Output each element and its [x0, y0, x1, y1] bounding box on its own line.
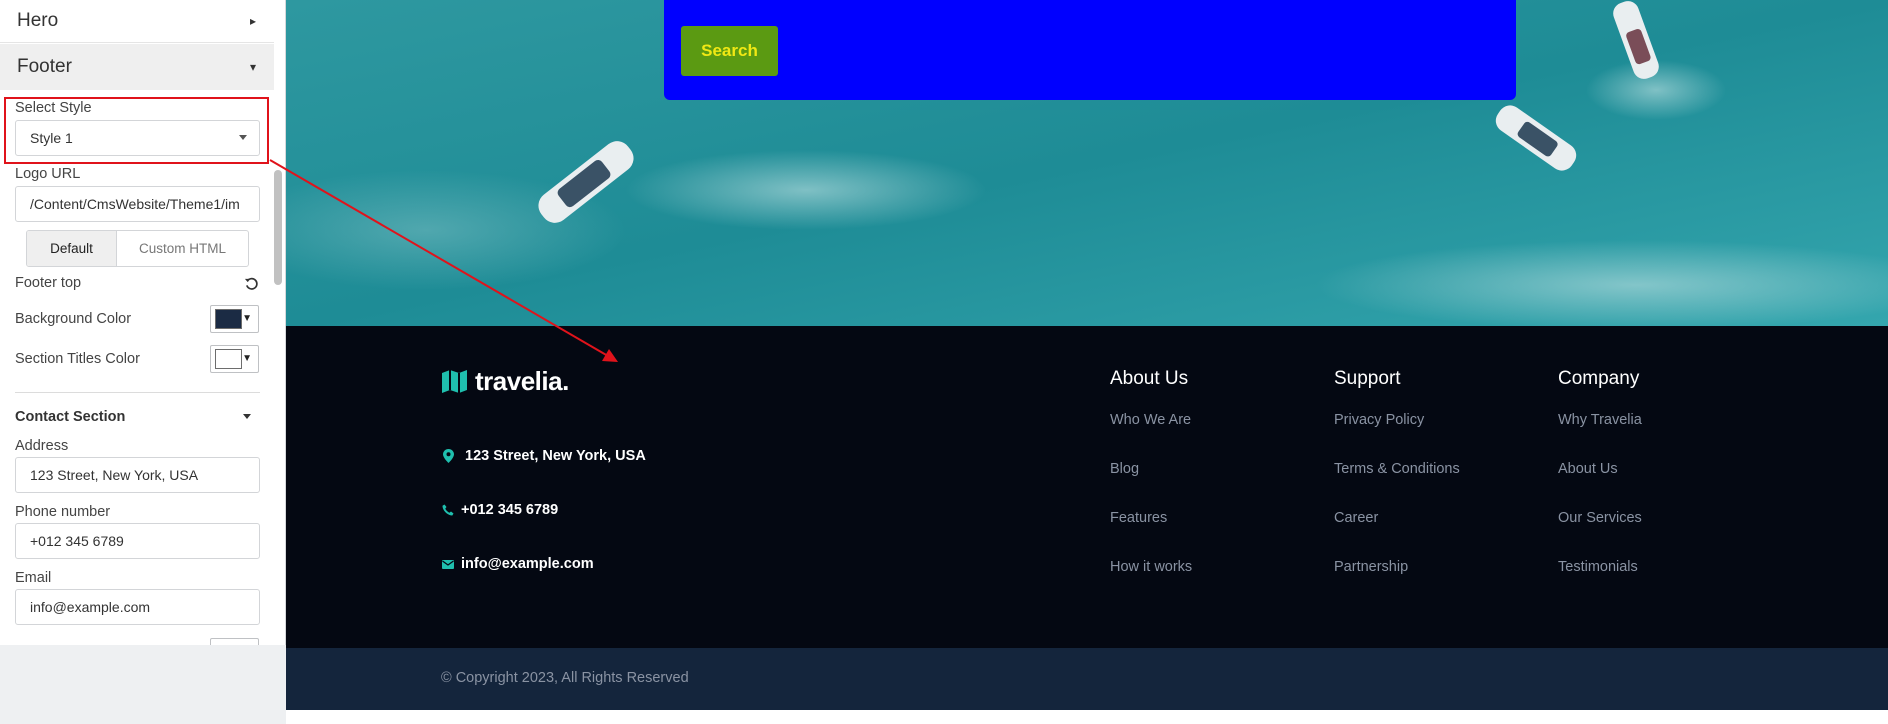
logo-url-value: /Content/CmsWebsite/Theme1/im [30, 196, 240, 212]
footer-address-text: 123 Street, New York, USA [465, 448, 646, 464]
footer-link[interactable]: Blog [1110, 461, 1192, 510]
section-titles-color-swatch [215, 349, 242, 369]
section-titles-color-label: Section Titles Color [15, 351, 140, 367]
footer-column-title: Company [1558, 368, 1640, 389]
footer-column-support: Support Privacy Policy Terms & Condition… [1334, 368, 1460, 608]
phone-input[interactable]: +012 345 6789 [15, 523, 260, 559]
site-footer: travelia. 123 Street, New York, USA +012… [286, 326, 1888, 648]
location-pin-icon [441, 449, 455, 463]
editor-sidebar: Hero ▸ Footer ▾ Select Style Style 1 Log… [0, 0, 286, 645]
email-label: Email [15, 570, 52, 586]
hero-section [286, 0, 1888, 326]
caret-right-icon: ▸ [249, 14, 256, 28]
background-color-label: Background Color [15, 311, 132, 327]
footer-email-text: info@example.com [461, 556, 594, 572]
tab-custom-html[interactable]: Custom HTML [117, 231, 248, 266]
footer-link[interactable]: Career [1334, 510, 1460, 559]
search-panel [664, 0, 1516, 100]
sidebar-scrollbar[interactable] [274, 170, 282, 285]
phone-icon [441, 504, 455, 516]
logo-url-input[interactable]: /Content/CmsWebsite/Theme1/im [15, 186, 260, 222]
select-style-highlight-box [4, 97, 269, 164]
footer-phone-text: +012 345 6789 [461, 502, 559, 518]
email-value: info@example.com [30, 599, 151, 615]
footer-link[interactable]: Testimonials [1558, 559, 1642, 608]
copyright-text: © Copyright 2023, All Rights Reserved [441, 670, 689, 686]
background-color-swatch [215, 309, 242, 329]
footer-link[interactable]: Privacy Policy [1334, 412, 1460, 461]
footer-email: info@example.com [441, 556, 594, 572]
footer-link[interactable]: Who We Are [1110, 412, 1192, 461]
chevron-down-icon[interactable] [243, 414, 251, 419]
contact-section-toggle[interactable]: Contact Section [15, 409, 125, 425]
email-input[interactable]: info@example.com [15, 589, 260, 625]
footer-link[interactable]: Features [1110, 510, 1192, 559]
accordion-footer[interactable]: Footer ▾ [0, 44, 274, 90]
footer-link[interactable]: Terms & Conditions [1334, 461, 1460, 510]
footer-column-title: Support [1334, 368, 1401, 389]
footer-mode-toggle: Default Custom HTML [26, 230, 249, 267]
footer-phone: +012 345 6789 [441, 502, 558, 518]
logo-url-label: Logo URL [15, 166, 81, 182]
footer-column-about: About Us Who We Are Blog Features How it… [1110, 368, 1192, 608]
address-value: 123 Street, New York, USA [30, 467, 199, 483]
footer-column-company: Company Why Travelia About Us Our Servic… [1558, 368, 1642, 608]
accordion-hero[interactable]: Hero ▸ [0, 0, 274, 43]
copyright-bar: © Copyright 2023, All Rights Reserved [286, 648, 1888, 710]
accordion-hero-label: Hero [17, 10, 59, 31]
tab-default[interactable]: Default [27, 231, 117, 266]
next-color-picker[interactable] [210, 638, 259, 645]
footer-link[interactable]: Why Travelia [1558, 412, 1642, 461]
divider [15, 392, 260, 393]
address-input[interactable]: 123 Street, New York, USA [15, 457, 260, 493]
footer-link[interactable]: Our Services [1558, 510, 1642, 559]
search-button[interactable]: Search [681, 26, 778, 76]
phone-label: Phone number [15, 504, 111, 520]
accordion-footer-label: Footer [17, 56, 72, 77]
footer-address: 123 Street, New York, USA [441, 448, 646, 464]
footer-link[interactable]: About Us [1558, 461, 1642, 510]
envelope-icon [441, 559, 455, 569]
footer-logo[interactable]: travelia. [441, 366, 569, 397]
brand-name: travelia. [475, 366, 569, 396]
footer-column-title: About Us [1110, 368, 1189, 389]
caret-down-icon: ▾ [249, 60, 256, 74]
footer-link[interactable]: Partnership [1334, 559, 1460, 608]
caret-down-icon: ▼ [242, 353, 252, 364]
reset-icon[interactable] [244, 276, 259, 291]
footer-link[interactable]: How it works [1110, 559, 1192, 608]
phone-value: +012 345 6789 [30, 533, 124, 549]
section-titles-color-picker[interactable]: ▼ [210, 345, 259, 373]
background-color-picker[interactable]: ▼ [210, 305, 259, 333]
page-bottom-strip [286, 710, 1888, 724]
address-label: Address [15, 438, 69, 454]
map-icon [442, 370, 467, 393]
caret-down-icon: ▼ [242, 313, 252, 324]
footer-top-label: Footer top [15, 275, 82, 291]
